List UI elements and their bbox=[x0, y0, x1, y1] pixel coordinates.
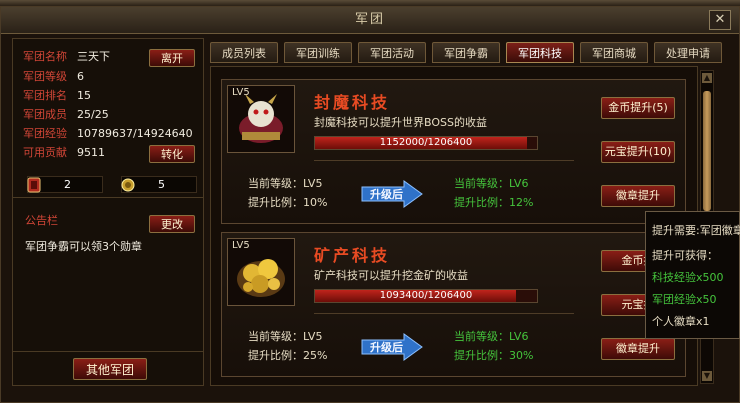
info-label: 军团成员 bbox=[23, 108, 67, 121]
tech-name: 封魔科技 bbox=[314, 93, 391, 112]
tech-progress-bar: 1152000/1206400 bbox=[314, 136, 538, 150]
red-badge-icon bbox=[27, 177, 41, 193]
info-value: 10789637/14924640 bbox=[77, 127, 193, 140]
notice-board: 公告栏 更改 军团争霸可以领3个勋章 bbox=[13, 207, 203, 347]
badge-upgrade-button[interactable]: 徽章提升 bbox=[601, 185, 675, 207]
scroll-thumb[interactable] bbox=[703, 91, 711, 211]
scroll-up-arrow-icon[interactable]: ▲ bbox=[702, 73, 712, 83]
tab-applications[interactable]: 处理申请 bbox=[654, 42, 722, 63]
scroll-down-arrow-icon[interactable]: ▼ bbox=[702, 371, 712, 381]
divider bbox=[314, 313, 574, 314]
tech-card-mining: LV5 矿产科技 矿产科技可以提升挖金矿的收益 1093400/1206400 … bbox=[221, 232, 686, 377]
divider bbox=[314, 160, 574, 161]
notice-text: 军团争霸可以领3个勋章 bbox=[25, 240, 142, 253]
tooltip-requirement: 提升需要:军团徽章 bbox=[652, 224, 740, 237]
technology-list: LV5 封魔科技 封魔科技可以提升世界BOSS的收益 1152000/12064… bbox=[210, 66, 698, 386]
legion-info-panel: 军团名称 三天下 军团等级 6 军团排名 15 军团成员 25/25 军团经验 10789… bbox=[12, 38, 204, 386]
resource-value: 2 bbox=[64, 178, 71, 191]
tech-level: LV5 bbox=[232, 87, 250, 98]
convert-button[interactable]: 转化 bbox=[149, 145, 195, 163]
info-section: 军团名称 三天下 军团等级 6 军团排名 15 军团成员 25/25 军团经验 10789… bbox=[13, 39, 203, 198]
current-rate: 提升比例：10% bbox=[248, 196, 328, 209]
tech-name: 矿产科技 bbox=[314, 246, 391, 265]
progress-text: 1093400/1206400 bbox=[379, 290, 473, 301]
notice-title: 公告栏 bbox=[25, 214, 58, 227]
tab-shop[interactable]: 军团商城 bbox=[580, 42, 648, 63]
tech-level: LV5 bbox=[232, 240, 250, 251]
upgrade-label: 升级后 bbox=[370, 341, 403, 354]
resource-value: 5 bbox=[158, 178, 165, 191]
info-row-name: 军团名称 三天下 bbox=[23, 48, 110, 64]
next-rate: 提升比例：30% bbox=[454, 349, 534, 362]
tech-icon-frame: LV5 bbox=[227, 238, 295, 306]
info-label: 军团名称 bbox=[23, 50, 67, 63]
tab-training[interactable]: 军团训练 bbox=[284, 42, 352, 63]
title-bar[interactable]: 军团 ✕ bbox=[1, 7, 739, 34]
info-label: 可用贡献 bbox=[23, 146, 67, 159]
info-row-rank: 军团排名 15 bbox=[23, 87, 91, 103]
resource-slot-1: 2 bbox=[27, 176, 103, 193]
info-row-exp: 军团经验 10789637/14924640 bbox=[23, 125, 193, 141]
tech-icon-frame: LV5 bbox=[227, 85, 295, 153]
window-title: 军团 bbox=[354, 12, 385, 27]
other-legion-button[interactable]: 其他军团 bbox=[73, 358, 147, 380]
gold-token-icon bbox=[121, 178, 135, 192]
tech-progress-bar: 1093400/1206400 bbox=[314, 289, 538, 303]
tech-card-demon: LV5 封魔科技 封魔科技可以提升世界BOSS的收益 1152000/12064… bbox=[221, 79, 686, 224]
tab-activity[interactable]: 军团活动 bbox=[358, 42, 426, 63]
leave-button[interactable]: 离开 bbox=[149, 49, 195, 67]
tab-member-list[interactable]: 成员列表 bbox=[210, 42, 278, 63]
current-rate: 提升比例：25% bbox=[248, 349, 328, 362]
divider bbox=[13, 351, 203, 352]
close-button[interactable]: ✕ bbox=[709, 10, 731, 30]
tooltip-personal-badge: 个人徽章x1 bbox=[652, 315, 710, 328]
edit-notice-button[interactable]: 更改 bbox=[149, 215, 195, 233]
tech-description: 矿产科技可以提升挖金矿的收益 bbox=[314, 269, 468, 282]
info-row-members: 军团成员 25/25 bbox=[23, 106, 109, 122]
info-value: 15 bbox=[77, 89, 91, 102]
info-label: 军团等级 bbox=[23, 70, 67, 83]
resource-slot-2: 5 bbox=[121, 176, 197, 193]
badge-upgrade-button[interactable]: 徽章提升 bbox=[601, 338, 675, 360]
tab-contest[interactable]: 军团争霸 bbox=[432, 42, 500, 63]
info-row-contribution: 可用贡献 9511 bbox=[23, 144, 105, 160]
info-row-level: 军团等级 6 bbox=[23, 68, 84, 84]
next-level: 当前等级：LV6 bbox=[454, 177, 529, 190]
current-level: 当前等级：LV5 bbox=[248, 330, 323, 343]
info-value: 9511 bbox=[77, 146, 105, 159]
tab-technology[interactable]: 军团科技 bbox=[506, 42, 574, 63]
upgrade-tooltip: 提升需要:军团徽章 提升可获得： 科技经验x500 军团经验x50 个人徽章x1 bbox=[645, 211, 740, 339]
info-label: 军团经验 bbox=[23, 127, 67, 140]
info-label: 军团排名 bbox=[23, 89, 67, 102]
progress-text: 1152000/1206400 bbox=[379, 137, 473, 148]
gold-upgrade-button[interactable]: 金币提升(5) bbox=[601, 97, 675, 119]
tech-description: 封魔科技可以提升世界BOSS的收益 bbox=[314, 116, 487, 129]
info-value: 三天下 bbox=[77, 50, 110, 63]
next-level: 当前等级：LV6 bbox=[454, 330, 529, 343]
tooltip-gain-title: 提升可获得： bbox=[652, 249, 718, 262]
ingot-upgrade-button[interactable]: 元宝提升(10) bbox=[601, 141, 675, 163]
info-value: 6 bbox=[77, 70, 84, 83]
upgrade-label: 升级后 bbox=[370, 188, 403, 201]
tooltip-legion-exp: 军团经验x50 bbox=[652, 293, 717, 306]
current-level: 当前等级：LV5 bbox=[248, 177, 323, 190]
tooltip-tech-exp: 科技经验x500 bbox=[652, 271, 724, 284]
info-value: 25/25 bbox=[77, 108, 109, 121]
next-rate: 提升比例：12% bbox=[454, 196, 534, 209]
